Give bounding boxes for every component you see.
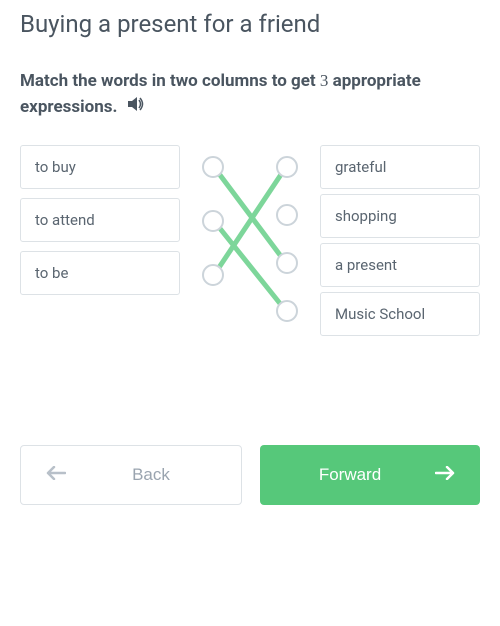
- back-label: Back: [132, 465, 170, 485]
- right-column: grateful shopping a present Music School: [320, 145, 480, 345]
- right-word-3[interactable]: Music School: [320, 292, 480, 336]
- left-connector-0[interactable]: [202, 156, 224, 178]
- sound-icon[interactable]: [127, 95, 145, 121]
- right-connector-1[interactable]: [276, 204, 298, 226]
- instruction-text: Match the words in two columns to get 3 …: [20, 68, 480, 120]
- right-word-0[interactable]: grateful: [320, 145, 480, 189]
- connector-area: [182, 145, 318, 355]
- left-word-2[interactable]: to be: [20, 251, 180, 295]
- right-connector-2[interactable]: [276, 252, 298, 274]
- right-connector-3[interactable]: [276, 300, 298, 322]
- nav-buttons: Back Forward: [20, 445, 480, 505]
- connection-lines: [182, 145, 318, 355]
- arrow-right-icon: [435, 465, 455, 485]
- back-button[interactable]: Back: [20, 445, 242, 505]
- forward-button[interactable]: Forward: [260, 445, 480, 505]
- instruction-prefix: Match the words in two columns to get: [20, 71, 320, 91]
- left-word-0[interactable]: to buy: [20, 145, 180, 189]
- page-title: Buying a present for a friend: [20, 10, 480, 38]
- forward-label: Forward: [319, 465, 381, 485]
- right-connector-0[interactable]: [276, 156, 298, 178]
- left-connector-2[interactable]: [202, 264, 224, 286]
- right-word-2[interactable]: a present: [320, 243, 480, 287]
- arrow-left-icon: [46, 465, 66, 485]
- left-column: to buy to attend to be: [20, 145, 180, 304]
- left-word-1[interactable]: to attend: [20, 198, 180, 242]
- match-area: to buy to attend to be grateful shopping…: [20, 145, 480, 355]
- right-word-1[interactable]: shopping: [320, 194, 480, 238]
- left-connector-1[interactable]: [202, 210, 224, 232]
